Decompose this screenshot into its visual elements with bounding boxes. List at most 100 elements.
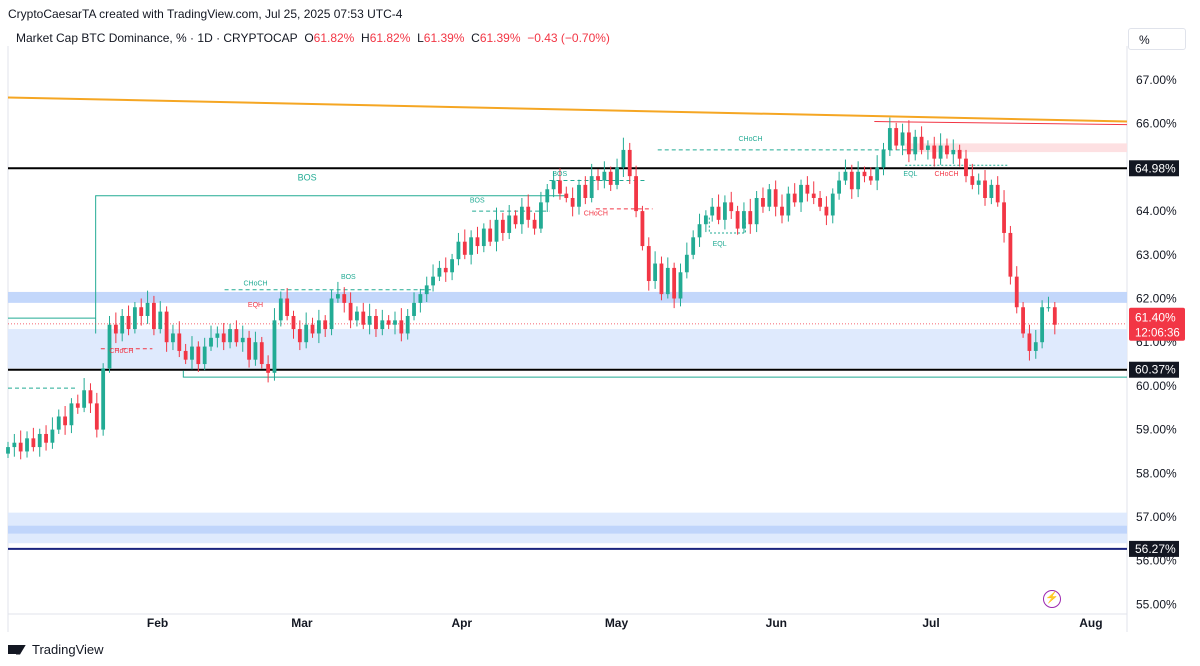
price-tick-label: 64.00% bbox=[1136, 204, 1177, 218]
candle-body bbox=[780, 206, 784, 216]
candle-body bbox=[272, 320, 277, 373]
candle-body bbox=[526, 206, 531, 220]
structure-annotation: CHoCH bbox=[584, 210, 608, 217]
candle-body bbox=[126, 315, 131, 330]
candle-body bbox=[132, 307, 137, 330]
candle-body bbox=[6, 447, 10, 454]
candle-body bbox=[107, 324, 112, 369]
candle-body bbox=[913, 136, 918, 155]
candle-body bbox=[507, 215, 512, 233]
time-tick-label: Mar bbox=[291, 616, 313, 630]
candle-body bbox=[1002, 202, 1006, 233]
candle-body bbox=[665, 267, 670, 295]
candle-body bbox=[970, 176, 975, 185]
level-price-tag-text: 60.37% bbox=[1135, 363, 1176, 377]
candle-body bbox=[278, 298, 283, 321]
structure-annotation: EQL bbox=[713, 241, 727, 248]
candle-body bbox=[50, 429, 55, 443]
candle-body bbox=[596, 176, 600, 181]
candle-body bbox=[583, 184, 588, 198]
candle-body bbox=[456, 241, 461, 260]
candle-body bbox=[773, 189, 778, 207]
candle-body bbox=[653, 263, 658, 282]
structure-annotation: CHoCH bbox=[109, 348, 133, 355]
candle-body bbox=[995, 184, 1000, 203]
time-tick-label: Aug bbox=[1079, 616, 1102, 630]
candle-body bbox=[437, 267, 442, 277]
candle-body bbox=[190, 346, 194, 360]
candle-body bbox=[171, 333, 175, 343]
countdown-timer: 12:06:36 bbox=[1135, 328, 1180, 340]
candle-body bbox=[443, 267, 448, 273]
structure-annotation: BOS bbox=[341, 274, 356, 281]
candle-body bbox=[304, 324, 309, 343]
time-tick-label: Apr bbox=[451, 616, 472, 630]
trendline bbox=[7, 96, 1128, 123]
candle-body bbox=[469, 237, 474, 255]
candle-body bbox=[1027, 333, 1032, 351]
candle-body bbox=[983, 180, 987, 198]
time-tick-label: May bbox=[605, 616, 629, 630]
candle-body bbox=[177, 333, 182, 351]
candle-body bbox=[602, 171, 607, 181]
candle-body bbox=[335, 294, 340, 299]
structure-annotation: CHoCH bbox=[243, 280, 267, 287]
candle-body bbox=[316, 320, 321, 334]
candle-body bbox=[367, 315, 372, 325]
candle-body bbox=[837, 180, 842, 194]
structure-annotation: CHoCH bbox=[738, 136, 762, 143]
candle-body bbox=[932, 145, 937, 159]
price-tick-label: 66.00% bbox=[1136, 117, 1177, 131]
eql-bracket bbox=[708, 217, 746, 234]
candle-body bbox=[868, 176, 873, 181]
candle-body bbox=[615, 167, 619, 185]
candle-body bbox=[183, 350, 188, 360]
candle-body bbox=[551, 180, 556, 190]
candle-body bbox=[266, 364, 271, 373]
current-price-value: 61.40% bbox=[1135, 311, 1176, 325]
candle-body bbox=[926, 145, 930, 150]
time-tick-label: Jun bbox=[766, 616, 787, 630]
candle-body bbox=[691, 237, 696, 255]
candle-body bbox=[564, 193, 569, 198]
candle-body bbox=[627, 149, 632, 177]
candle-body bbox=[323, 320, 328, 330]
candle-body bbox=[856, 171, 861, 190]
candle-body bbox=[519, 206, 524, 225]
candle-body bbox=[1040, 307, 1045, 343]
candle-body bbox=[380, 320, 385, 330]
candle-body bbox=[887, 128, 892, 150]
price-tick-label: 67.00% bbox=[1136, 73, 1177, 87]
candle-body bbox=[120, 315, 125, 334]
candle-body bbox=[697, 224, 702, 238]
candle-body bbox=[82, 390, 87, 408]
candle-body bbox=[1033, 342, 1038, 351]
support-zone bbox=[8, 291, 1127, 303]
candle-body bbox=[608, 171, 613, 185]
candle-body bbox=[196, 346, 201, 365]
lightning-icon[interactable]: ⚡ bbox=[1043, 590, 1061, 608]
candle-body bbox=[500, 219, 505, 233]
candle-body bbox=[532, 219, 537, 229]
candle-body bbox=[386, 320, 391, 325]
candle-body bbox=[805, 184, 810, 194]
candle-body bbox=[951, 149, 956, 155]
candle-body bbox=[830, 193, 835, 216]
support-zone bbox=[8, 329, 1127, 369]
structure-annotation: BOS bbox=[552, 171, 567, 178]
candle-body bbox=[957, 149, 962, 159]
supply-zone bbox=[905, 143, 1127, 153]
candle-body bbox=[158, 311, 163, 330]
candle-body bbox=[938, 145, 943, 159]
price-tick-label: 57.00% bbox=[1136, 510, 1177, 524]
candle-body bbox=[684, 254, 689, 273]
candle-body bbox=[976, 180, 981, 185]
candle-body bbox=[1046, 307, 1051, 309]
candle-body bbox=[748, 211, 753, 225]
candle-body bbox=[342, 294, 347, 303]
candle-body bbox=[139, 307, 144, 316]
price-chart[interactable]: BOS CHoCH EQH CHoCH BOS BOS BOS CHoCH CHoCH EQL EQ… bbox=[0, 0, 1200, 666]
structure-annotation: BOS bbox=[470, 197, 485, 204]
candle-body bbox=[348, 302, 353, 321]
candle-body bbox=[723, 202, 727, 220]
